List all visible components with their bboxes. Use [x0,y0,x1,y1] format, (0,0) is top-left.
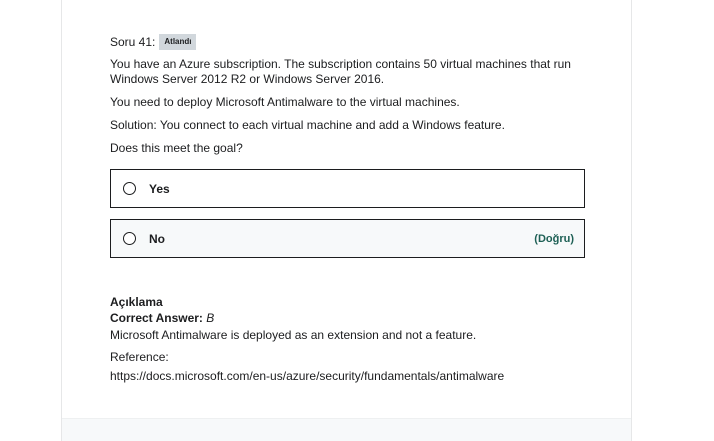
question-header: Soru 41: Atlandı [110,33,586,50]
question-paragraph-1: You have an Azure subscription. The subs… [110,57,571,86]
answer-option-no[interactable]: No (Doğru) [110,219,585,258]
correct-answer-line: Correct Answer: B [110,310,586,326]
correct-answer-value: B [206,311,215,325]
radio-button-no[interactable] [123,232,136,245]
question-paragraph-2: You need to deploy Microsoft Antimalware… [110,95,460,109]
question-content: Soru 41: Atlandı You have an Azure subsc… [110,33,586,384]
page: Soru 41: Atlandı You have an Azure subsc… [0,0,714,441]
question-panel: Soru 41: Atlandı You have an Azure subsc… [61,0,632,441]
option-label-no: No [149,231,165,246]
skipped-badge: Atlandı [159,33,197,50]
panel-footer [62,418,631,441]
option-label-yes: Yes [149,181,170,196]
correct-answer-key: Correct Answer: [110,311,203,325]
question-number: Soru 41: [110,34,156,49]
reference-label: Reference: [110,350,169,364]
explanation-section: Açıklama Correct Answer: B Microsoft Ant… [110,294,586,384]
explanation-text: Microsoft Antimalware is deployed as an … [110,328,477,342]
question-paragraph-3: Solution: You connect to each virtual ma… [110,118,505,132]
answer-option-yes[interactable]: Yes [110,169,585,208]
explanation-title: Açıklama [110,295,163,309]
reference-url: https://docs.microsoft.com/en-us/azure/s… [110,369,505,383]
radio-button-yes[interactable] [123,182,136,195]
question-prompt: Does this meet the goal? [110,141,243,155]
correct-answer-tag: (Doğru) [534,232,574,245]
